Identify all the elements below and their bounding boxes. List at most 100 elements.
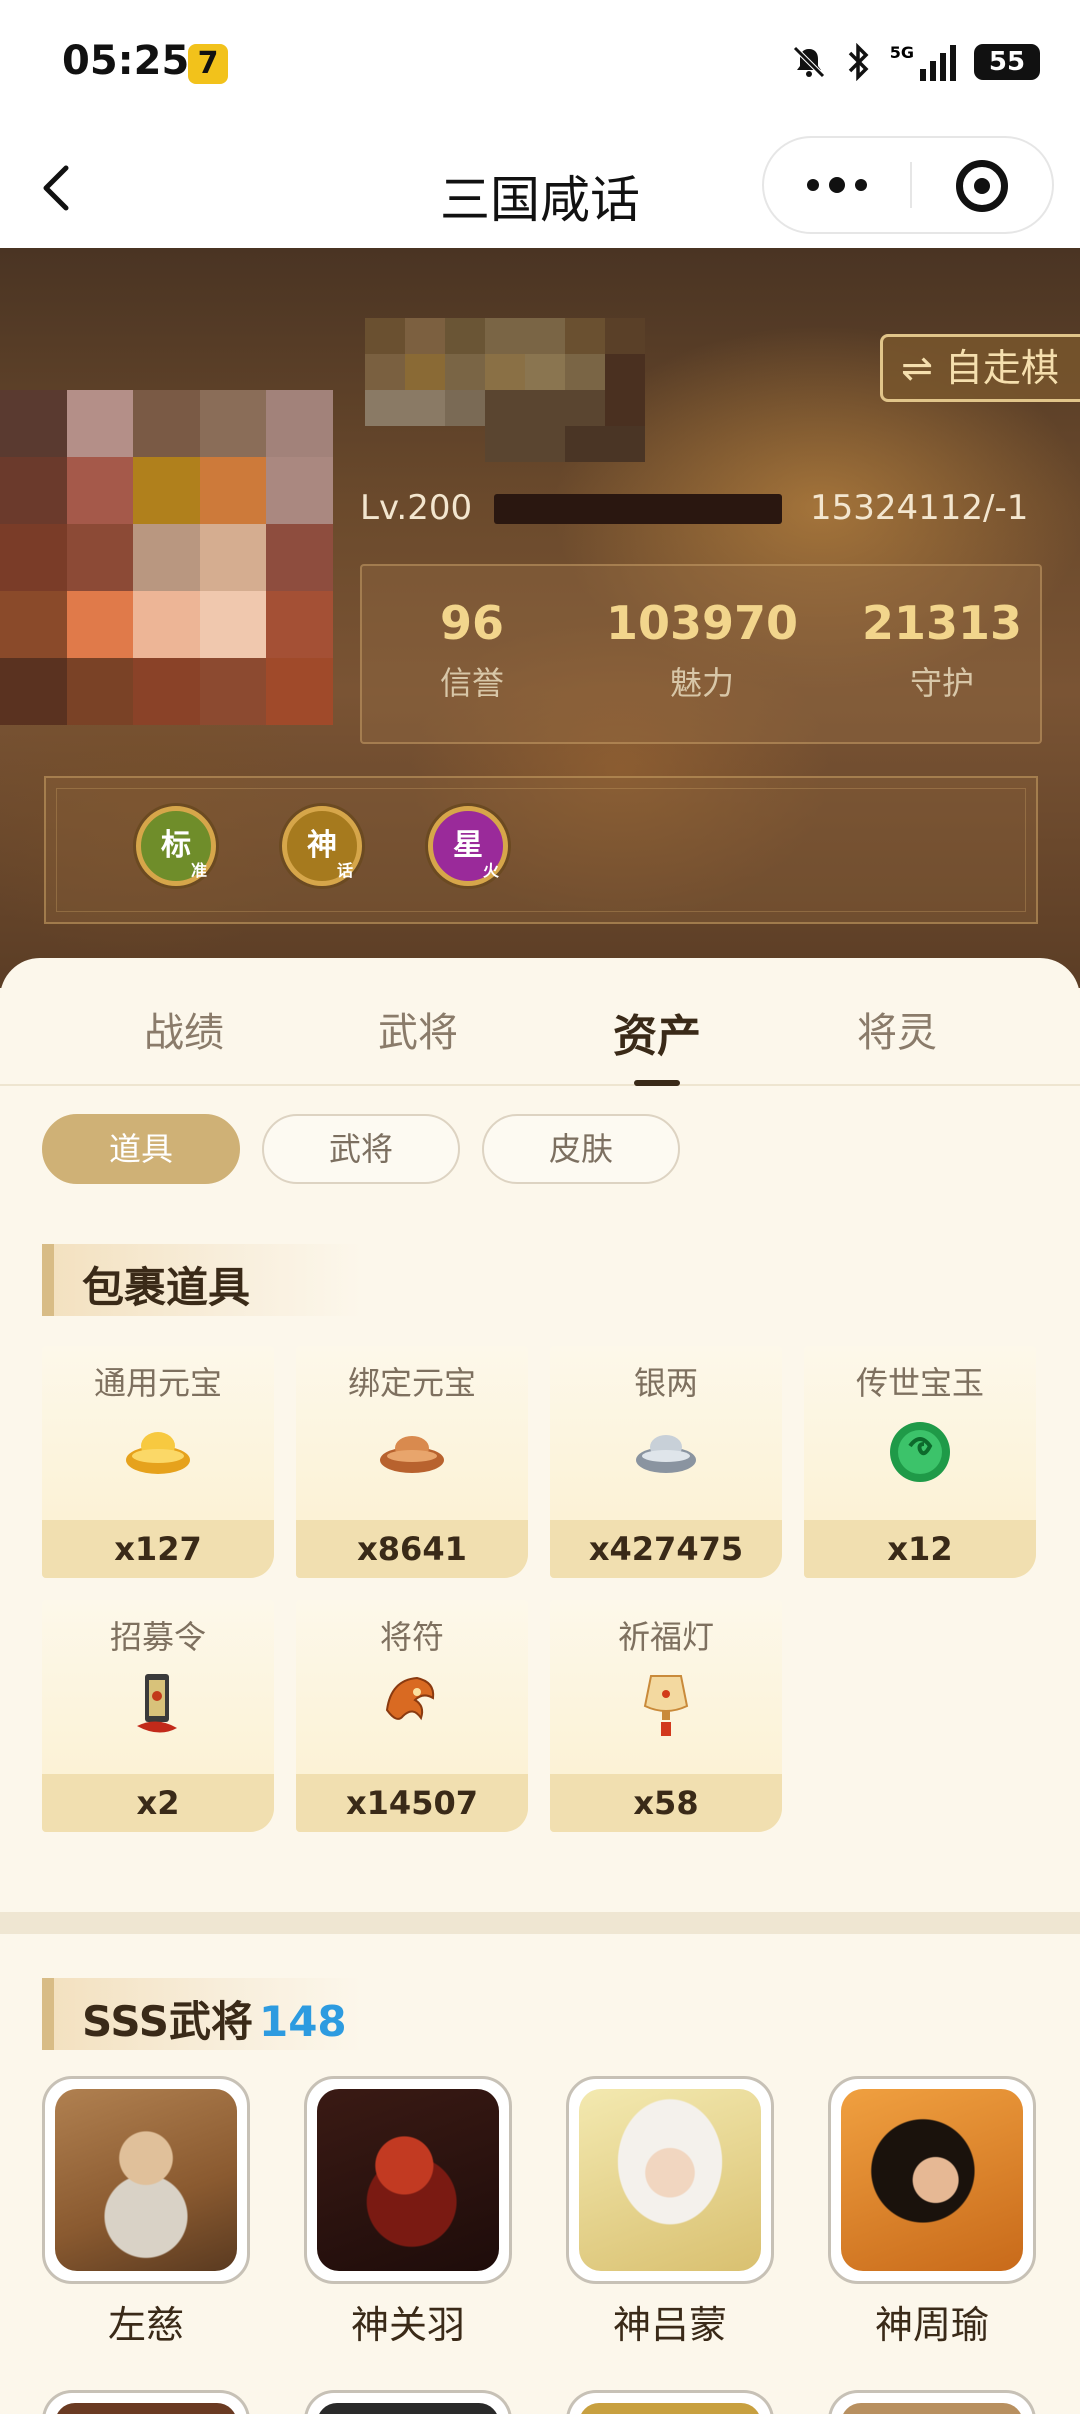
badge-main: 标 <box>161 828 191 863</box>
general-name: 神关羽 <box>350 2303 465 2347</box>
recruit-token-icon <box>137 1674 177 1733</box>
item-card[interactable]: 将符 x14507 <box>296 1600 528 1832</box>
section-title-generals: SSS武将 148 <box>42 1978 362 2050</box>
general-card-next-row[interactable] <box>304 2390 512 2414</box>
badge-sub: 话 <box>336 861 353 880</box>
stat-label: 守护 <box>909 664 974 702</box>
filter-generals[interactable]: 武将 <box>262 1114 460 1184</box>
tab-generals[interactable]: 武将 <box>318 1000 518 1058</box>
filter-items[interactable]: 道具 <box>42 1114 240 1184</box>
bluetooth-icon <box>848 43 869 81</box>
item-name: 银两 <box>633 1364 698 1402</box>
stat-label: 魅力 <box>669 664 734 702</box>
item-card[interactable]: 通用元宝 x127 <box>42 1346 274 1578</box>
active-tab-indicator <box>634 1080 680 1086</box>
app-notification-icon: 7 <box>188 44 228 84</box>
stat-value: 21313 <box>861 596 1023 650</box>
close-target-icon[interactable] <box>956 160 1008 212</box>
item-quantity: x127 <box>42 1520 274 1578</box>
item-quantity: x14507 <box>296 1774 528 1832</box>
section-title-text: SSS武将 148 <box>82 1988 347 2049</box>
item-name: 绑定元宝 <box>347 1364 476 1402</box>
item-name: 招募令 <box>109 1618 206 1656</box>
section-divider <box>0 1912 1080 1934</box>
item-name: 传世宝玉 <box>855 1364 984 1402</box>
badge-standard-icon[interactable]: 标准 <box>136 806 216 886</box>
filter-skins[interactable]: 皮肤 <box>482 1114 680 1184</box>
status-time: 05:25 <box>62 38 190 84</box>
item-card[interactable]: 银两 x427475 <box>550 1346 782 1578</box>
stat-charm: 103970 魅力 <box>592 596 812 704</box>
general-card[interactable] <box>42 2076 250 2284</box>
stat-reputation: 96 信誉 <box>362 596 582 704</box>
general-card-next-row[interactable] <box>828 2390 1036 2414</box>
page: 05:25 7 5G 55 三国咸话 ⇌ 自走棋 Lv.200 15324112… <box>0 0 1080 2414</box>
tab-bar: 战绩 武将 资产 将灵 <box>0 958 1080 1086</box>
stat-value: 96 <box>439 596 504 650</box>
general-portrait <box>55 2089 237 2271</box>
badge-sub: 火 <box>482 861 499 880</box>
item-quantity: x8641 <box>296 1520 528 1578</box>
item-name: 祈福灯 <box>617 1618 714 1656</box>
nav-bar: 三国咸话 <box>0 130 1080 248</box>
gold-ingot-icon <box>126 1432 190 1474</box>
profile-header: ⇌ 自走棋 Lv.200 15324112/-1 96 信誉 103970 魅力… <box>0 248 1080 988</box>
general-name: 神周瑜 <box>874 2303 989 2347</box>
capsule-divider <box>910 162 912 208</box>
badge-sub: 准 <box>190 861 207 880</box>
general-portrait <box>841 2089 1023 2271</box>
generals-title-text: SSS武将 <box>82 1997 253 2046</box>
silver-ingot-icon <box>636 1435 696 1473</box>
tab-records[interactable]: 战绩 <box>84 1000 284 1058</box>
general-card[interactable] <box>566 2076 774 2284</box>
badge-main: 星 <box>453 828 483 863</box>
player-level: Lv.200 <box>360 488 473 528</box>
general-name: 神吕蒙 <box>612 2303 727 2347</box>
nickname-obscured <box>365 318 685 498</box>
item-name: 通用元宝 <box>93 1364 222 1402</box>
item-quantity: x427475 <box>550 1520 782 1578</box>
item-card[interactable]: 传世宝玉 x12 <box>804 1346 1036 1578</box>
badge-main: 神 <box>307 828 337 863</box>
stats-panel: 96 信誉 103970 魅力 21313 守护 <box>360 564 1042 744</box>
section-title-bag: 包裹道具 <box>42 1244 362 1316</box>
mute-bell-icon <box>792 46 825 78</box>
lantern-icon <box>643 1675 689 1736</box>
item-card[interactable]: 招募令 x2 <box>42 1600 274 1832</box>
battery-icon: 55 <box>974 44 1040 80</box>
auto-chess-button[interactable]: ⇌ 自走棋 <box>880 334 1080 402</box>
network-type: 5G <box>889 43 914 62</box>
badge-myth-icon[interactable]: 神话 <box>282 806 362 886</box>
status-bar: 05:25 7 5G 55 <box>0 0 1080 130</box>
badge-starfire-icon[interactable]: 星火 <box>428 806 508 886</box>
general-portrait <box>317 2089 499 2271</box>
general-card[interactable] <box>304 2076 512 2284</box>
tab-spirits[interactable]: 将灵 <box>797 1000 997 1058</box>
general-name: 左慈 <box>107 2303 184 2347</box>
stat-value: 103970 <box>605 596 799 650</box>
item-quantity: x2 <box>42 1774 274 1832</box>
avatar[interactable] <box>0 390 333 725</box>
stat-label: 信誉 <box>439 664 504 702</box>
general-card-next-row[interactable] <box>42 2390 250 2414</box>
more-menu-icon[interactable] <box>764 138 910 232</box>
jade-icon <box>890 1422 950 1482</box>
player-id: 15324112/-1 <box>810 488 1029 528</box>
content-card: 战绩 武将 资产 将灵 道具 武将 皮肤 包裹道具 通用元宝 x127 绑定元宝… <box>0 958 1080 2414</box>
general-talisman-icon <box>385 1676 435 1721</box>
mini-program-capsule <box>762 136 1054 234</box>
item-quantity: x58 <box>550 1774 782 1832</box>
item-name: 将符 <box>379 1618 444 1656</box>
general-card[interactable] <box>828 2076 1036 2284</box>
general-card-next-row[interactable] <box>566 2390 774 2414</box>
signal-icon: 5G <box>890 43 956 81</box>
general-portrait <box>579 2089 761 2271</box>
item-card[interactable]: 绑定元宝 x8641 <box>296 1346 528 1578</box>
stat-guard: 21313 守护 <box>832 596 1052 704</box>
bronze-ingot-icon <box>380 1436 444 1473</box>
filter-pills: 道具 武将 皮肤 <box>42 1114 680 1184</box>
generals-count: 148 <box>258 1997 347 2046</box>
item-card[interactable]: 祈福灯 x58 <box>550 1600 782 1832</box>
badge-panel: 标准 神话 星火 <box>44 776 1038 924</box>
tab-assets[interactable]: 资产 <box>557 1000 757 1064</box>
